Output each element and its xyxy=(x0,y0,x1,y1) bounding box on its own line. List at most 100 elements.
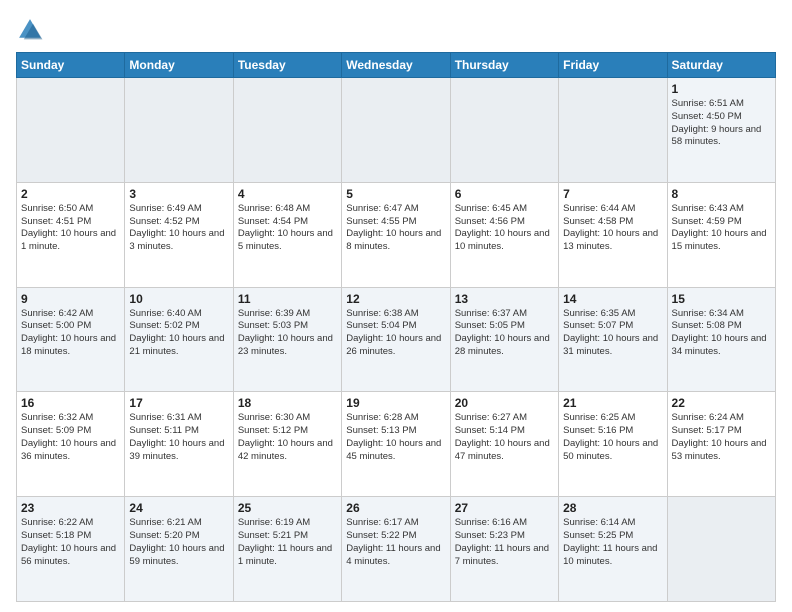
day-number: 10 xyxy=(129,292,228,306)
day-number: 6 xyxy=(455,187,554,201)
day-number: 21 xyxy=(563,396,662,410)
calendar-cell: 16 Sunrise: 6:32 AM Sunset: 5:09 PM Dayli… xyxy=(17,392,125,497)
calendar-cell: 5 Sunrise: 6:47 AM Sunset: 4:55 PM Daylig… xyxy=(342,182,450,287)
day-info: Sunrise: 6:17 AM Sunset: 5:22 PM Dayligh… xyxy=(346,517,445,568)
calendar-week-4: 23Sunrise: 6:22 AM Sunset: 5:18 PM Dayli… xyxy=(17,497,776,602)
day-info: Sunrise: 6:24 AM Sunset: 5:17 PM Dayligh… xyxy=(672,412,771,463)
calendar-cell: 13 Sunrise: 6:37 AM Sunset: 5:05 PM Dayli… xyxy=(450,287,558,392)
day-number: 2 xyxy=(21,187,120,201)
calendar-cell: 25 Sunrise: 6:19 AM Sunset: 5:21 PM Dayli… xyxy=(233,497,341,602)
day-info: Sunrise: 6:49 AM Sunset: 4:52 PM Dayligh… xyxy=(129,203,228,254)
day-info: Sunrise: 6:35 AM Sunset: 5:07 PM Dayligh… xyxy=(563,308,662,359)
calendar-cell: 15 Sunrise: 6:34 AM Sunset: 5:08 PM Dayli… xyxy=(667,287,775,392)
calendar-cell: 27Sunrise: 6:16 AM Sunset: 5:23 PM Dayli… xyxy=(450,497,558,602)
weekday-header-friday: Friday xyxy=(559,53,667,78)
calendar-cell: 14 Sunrise: 6:35 AM Sunset: 5:07 PM Dayli… xyxy=(559,287,667,392)
day-info: Sunrise: 6:37 AM Sunset: 5:05 PM Dayligh… xyxy=(455,308,554,359)
calendar-cell: 2 Sunrise: 6:50 AM Sunset: 4:51 PM Daylig… xyxy=(17,182,125,287)
calendar-cell: 11Sunrise: 6:39 AM Sunset: 5:03 PM Dayli… xyxy=(233,287,341,392)
day-info: Sunrise: 6:40 AM Sunset: 5:02 PM Dayligh… xyxy=(129,308,228,359)
day-number: 14 xyxy=(563,292,662,306)
calendar-cell xyxy=(450,78,558,183)
calendar-cell: 17 Sunrise: 6:31 AM Sunset: 5:11 PM Dayli… xyxy=(125,392,233,497)
calendar-cell xyxy=(559,78,667,183)
calendar-cell: 1 Sunrise: 6:51 AM Sunset: 4:50 PM Daylig… xyxy=(667,78,775,183)
day-number: 22 xyxy=(672,396,771,410)
day-info: Sunrise: 6:14 AM Sunset: 5:25 PM Dayligh… xyxy=(563,517,662,568)
day-info: Sunrise: 6:47 AM Sunset: 4:55 PM Dayligh… xyxy=(346,203,445,254)
calendar-cell: 19 Sunrise: 6:28 AM Sunset: 5:13 PM Dayli… xyxy=(342,392,450,497)
calendar-week-3: 16 Sunrise: 6:32 AM Sunset: 5:09 PM Dayli… xyxy=(17,392,776,497)
day-info: Sunrise: 6:38 AM Sunset: 5:04 PM Dayligh… xyxy=(346,308,445,359)
calendar-cell: 21 Sunrise: 6:25 AM Sunset: 5:16 PM Dayli… xyxy=(559,392,667,497)
calendar-cell: 7Sunrise: 6:44 AM Sunset: 4:58 PM Daylig… xyxy=(559,182,667,287)
day-info: Sunrise: 6:19 AM Sunset: 5:21 PM Dayligh… xyxy=(238,517,337,568)
calendar-cell: 4Sunrise: 6:48 AM Sunset: 4:54 PM Daylig… xyxy=(233,182,341,287)
day-info: Sunrise: 6:30 AM Sunset: 5:12 PM Dayligh… xyxy=(238,412,337,463)
day-number: 8 xyxy=(672,187,771,201)
day-number: 25 xyxy=(238,501,337,515)
calendar-cell xyxy=(125,78,233,183)
calendar-cell: 22 Sunrise: 6:24 AM Sunset: 5:17 PM Dayli… xyxy=(667,392,775,497)
calendar-cell xyxy=(233,78,341,183)
day-info: Sunrise: 6:31 AM Sunset: 5:11 PM Dayligh… xyxy=(129,412,228,463)
calendar-cell xyxy=(667,497,775,602)
day-number: 5 xyxy=(346,187,445,201)
day-number: 26 xyxy=(346,501,445,515)
day-info: Sunrise: 6:25 AM Sunset: 5:16 PM Dayligh… xyxy=(563,412,662,463)
day-number: 19 xyxy=(346,396,445,410)
weekday-header-saturday: Saturday xyxy=(667,53,775,78)
day-info: Sunrise: 6:50 AM Sunset: 4:51 PM Dayligh… xyxy=(21,203,120,254)
weekday-header-wednesday: Wednesday xyxy=(342,53,450,78)
calendar-cell: 6 Sunrise: 6:45 AM Sunset: 4:56 PM Daylig… xyxy=(450,182,558,287)
calendar-cell: 8 Sunrise: 6:43 AM Sunset: 4:59 PM Daylig… xyxy=(667,182,775,287)
calendar-cell: 9 Sunrise: 6:42 AM Sunset: 5:00 PM Daylig… xyxy=(17,287,125,392)
weekday-header-thursday: Thursday xyxy=(450,53,558,78)
day-number: 16 xyxy=(21,396,120,410)
header xyxy=(16,16,776,44)
calendar-week-2: 9 Sunrise: 6:42 AM Sunset: 5:00 PM Daylig… xyxy=(17,287,776,392)
logo xyxy=(16,16,48,44)
day-number: 17 xyxy=(129,396,228,410)
page: SundayMondayTuesdayWednesdayThursdayFrid… xyxy=(0,0,792,612)
day-info: Sunrise: 6:32 AM Sunset: 5:09 PM Dayligh… xyxy=(21,412,120,463)
day-info: Sunrise: 6:42 AM Sunset: 5:00 PM Dayligh… xyxy=(21,308,120,359)
day-info: Sunrise: 6:45 AM Sunset: 4:56 PM Dayligh… xyxy=(455,203,554,254)
calendar-cell xyxy=(342,78,450,183)
calendar-cell: 24 Sunrise: 6:21 AM Sunset: 5:20 PM Dayli… xyxy=(125,497,233,602)
day-number: 15 xyxy=(672,292,771,306)
calendar-cell: 26 Sunrise: 6:17 AM Sunset: 5:22 PM Dayli… xyxy=(342,497,450,602)
weekday-header-row: SundayMondayTuesdayWednesdayThursdayFrid… xyxy=(17,53,776,78)
weekday-header-monday: Monday xyxy=(125,53,233,78)
day-info: Sunrise: 6:43 AM Sunset: 4:59 PM Dayligh… xyxy=(672,203,771,254)
calendar-week-1: 2 Sunrise: 6:50 AM Sunset: 4:51 PM Daylig… xyxy=(17,182,776,287)
logo-icon xyxy=(16,16,44,44)
day-number: 13 xyxy=(455,292,554,306)
day-info: Sunrise: 6:28 AM Sunset: 5:13 PM Dayligh… xyxy=(346,412,445,463)
day-info: Sunrise: 6:44 AM Sunset: 4:58 PM Dayligh… xyxy=(563,203,662,254)
calendar-cell: 28 Sunrise: 6:14 AM Sunset: 5:25 PM Dayli… xyxy=(559,497,667,602)
day-info: Sunrise: 6:27 AM Sunset: 5:14 PM Dayligh… xyxy=(455,412,554,463)
calendar-cell: 23Sunrise: 6:22 AM Sunset: 5:18 PM Dayli… xyxy=(17,497,125,602)
day-number: 1 xyxy=(672,82,771,96)
day-number: 24 xyxy=(129,501,228,515)
day-number: 20 xyxy=(455,396,554,410)
day-number: 4 xyxy=(238,187,337,201)
calendar-cell: 12 Sunrise: 6:38 AM Sunset: 5:04 PM Dayli… xyxy=(342,287,450,392)
weekday-header-sunday: Sunday xyxy=(17,53,125,78)
day-number: 27 xyxy=(455,501,554,515)
day-number: 12 xyxy=(346,292,445,306)
day-info: Sunrise: 6:21 AM Sunset: 5:20 PM Dayligh… xyxy=(129,517,228,568)
weekday-header-tuesday: Tuesday xyxy=(233,53,341,78)
calendar-week-0: 1 Sunrise: 6:51 AM Sunset: 4:50 PM Daylig… xyxy=(17,78,776,183)
calendar-cell: 20 Sunrise: 6:27 AM Sunset: 5:14 PM Dayli… xyxy=(450,392,558,497)
day-info: Sunrise: 6:51 AM Sunset: 4:50 PM Dayligh… xyxy=(672,98,771,149)
day-number: 9 xyxy=(21,292,120,306)
calendar-table: SundayMondayTuesdayWednesdayThursdayFrid… xyxy=(16,52,776,602)
calendar-cell: 3Sunrise: 6:49 AM Sunset: 4:52 PM Daylig… xyxy=(125,182,233,287)
day-number: 23 xyxy=(21,501,120,515)
day-info: Sunrise: 6:34 AM Sunset: 5:08 PM Dayligh… xyxy=(672,308,771,359)
day-number: 28 xyxy=(563,501,662,515)
day-number: 18 xyxy=(238,396,337,410)
calendar-cell xyxy=(17,78,125,183)
